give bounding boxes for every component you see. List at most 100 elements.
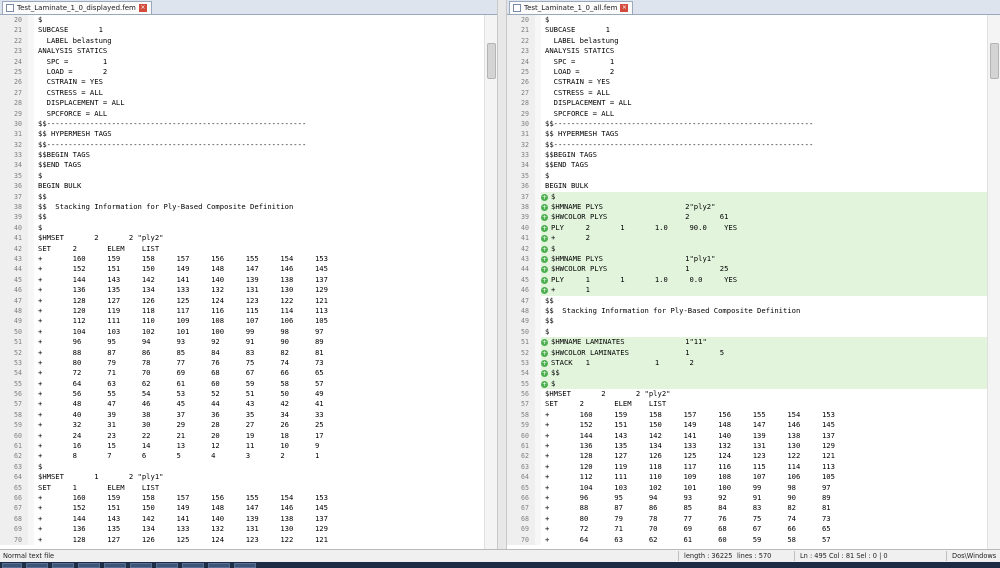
- code-line[interactable]: 58 + 40 39 38 37 36 35 34 33: [0, 409, 485, 421]
- added-code-line[interactable]: 41 + + 2: [507, 233, 988, 244]
- code-line[interactable]: 63 + 120 119 118 117 116 115 114 113: [507, 461, 988, 473]
- code-line[interactable]: 36 BEGIN BULK: [0, 181, 485, 192]
- code-line[interactable]: 28 DISPLACEMENT = ALL: [0, 98, 485, 109]
- code-line[interactable]: 47 $$: [507, 295, 988, 306]
- code-line[interactable]: 21 SUBCASE 1: [507, 25, 988, 36]
- code-line[interactable]: 65 + 104 103 102 101 100 99 98 97: [507, 482, 988, 493]
- added-code-line[interactable]: 37 + $: [507, 191, 988, 203]
- right-scroll-thumb[interactable]: [990, 43, 999, 79]
- code-line[interactable]: 26 CSTRAIN = YES: [0, 77, 485, 88]
- code-line[interactable]: 50 $: [507, 326, 988, 338]
- code-line[interactable]: 60 + 24 23 22 21 20 19 18 17: [0, 430, 485, 442]
- code-line[interactable]: 51 + 96 95 94 93 92 91 90 89: [0, 337, 485, 348]
- code-line[interactable]: 59 + 32 31 30 29 28 27 26 25: [0, 420, 485, 431]
- code-line[interactable]: 56 $HMSET 2 2 "ply2": [507, 389, 988, 400]
- code-line[interactable]: 63 $: [0, 461, 485, 473]
- code-line[interactable]: 56 + 56 55 54 53 52 51 50 49: [0, 389, 485, 400]
- code-line[interactable]: 33 $$BEGIN TAGS: [0, 150, 485, 161]
- taskbar-item[interactable]: [130, 563, 152, 568]
- code-line[interactable]: 54 + 72 71 70 69 68 67 66 65: [0, 368, 485, 379]
- code-line[interactable]: 46 + 136 135 134 133 132 131 130 129: [0, 285, 485, 296]
- taskbar-item[interactable]: [52, 563, 74, 568]
- code-line[interactable]: 38 $$ Stacking Information for Ply-Based …: [0, 202, 485, 213]
- added-code-line[interactable]: 53 + STACK 1 1 2: [507, 357, 988, 369]
- taskbar-start-button[interactable]: [2, 563, 22, 568]
- right-vertical-scrollbar[interactable]: [987, 15, 1000, 549]
- taskbar-item[interactable]: [104, 563, 126, 568]
- code-line[interactable]: 23 ANALYSIS STATICS: [507, 46, 988, 57]
- code-line[interactable]: 67 + 152 151 150 149 148 147 146 145: [0, 503, 485, 514]
- taskbar-item[interactable]: [182, 563, 204, 568]
- added-code-line[interactable]: 43 + $HMNAME PLYS 1"ply1": [507, 253, 988, 265]
- code-line[interactable]: 42 SET 2 ELEM LIST: [0, 243, 485, 254]
- close-icon[interactable]: ×: [138, 4, 147, 12]
- code-line[interactable]: 68 + 144 143 142 141 140 139 138 137: [0, 513, 485, 525]
- taskbar-item[interactable]: [78, 563, 100, 568]
- code-line[interactable]: 60 + 144 143 142 141 140 139 138 137: [507, 430, 988, 442]
- code-line[interactable]: 66 + 160 159 158 157 156 155 154 153: [0, 492, 485, 504]
- code-line[interactable]: 61 + 16 15 14 13 12 11 10 9: [0, 441, 485, 452]
- code-line[interactable]: 29 SPCFORCE = ALL: [0, 108, 485, 119]
- code-line[interactable]: 64 $HMSET 1 2 "ply1": [0, 472, 485, 483]
- code-line[interactable]: 22 LABEL belastung: [507, 35, 988, 47]
- code-line[interactable]: 26 CSTRAIN = YES: [507, 77, 988, 88]
- code-line[interactable]: 69 + 136 135 134 133 132 131 130 129: [0, 524, 485, 535]
- code-line[interactable]: 31 $$ HYPERMESH TAGS: [507, 129, 988, 140]
- added-code-line[interactable]: 46 + + 1: [507, 285, 988, 296]
- added-code-line[interactable]: 52 + $HWCOLOR LAMINATES 1 5: [507, 347, 988, 358]
- taskbar-item[interactable]: [156, 563, 178, 568]
- code-line[interactable]: 30 $$------------------------------------…: [0, 118, 485, 130]
- code-line[interactable]: 62 + 8 7 6 5 4 3 2 1: [0, 451, 485, 462]
- added-code-line[interactable]: 40 + PLY 2 1 1.0 90.0 YES: [507, 222, 988, 234]
- code-line[interactable]: 36 BEGIN BULK: [507, 181, 988, 192]
- added-code-line[interactable]: 44 + $HWCOLOR PLYS 1 25: [507, 264, 988, 275]
- code-line[interactable]: 57 SET 2 ELEM LIST: [507, 399, 988, 410]
- code-line[interactable]: 20 $: [0, 15, 485, 26]
- code-line[interactable]: 62 + 128 127 126 125 124 123 122 121: [507, 451, 988, 462]
- left-text-area[interactable]: 20 $21 SUBCASE 1 22 LABEL belastung 23 ANALYS…: [0, 15, 485, 549]
- code-line[interactable]: 25 LOAD = 2: [0, 66, 485, 78]
- right-text-area[interactable]: 20 $21 SUBCASE 1 22 LABEL belastung 23 ANALYS…: [507, 15, 988, 549]
- added-code-line[interactable]: 51 + $HMNAME LAMINATES 1"11": [507, 337, 988, 348]
- code-line[interactable]: 28 DISPLACEMENT = ALL: [507, 98, 988, 109]
- code-line[interactable]: 34 $$END TAGS: [507, 160, 988, 171]
- left-editor-pane[interactable]: Test_Laminate_1_0_displayed.fem × 20 $21 S…: [0, 0, 498, 549]
- left-vertical-scrollbar[interactable]: [484, 15, 497, 549]
- code-line[interactable]: 70 + 128 127 126 125 124 123 122 121: [0, 534, 485, 545]
- right-file-tab[interactable]: Test_Laminate_1_0_all.fem ×: [509, 1, 634, 14]
- code-line[interactable]: 48 + 120 119 118 117 116 115 114 113: [0, 305, 485, 317]
- code-line[interactable]: 70 + 64 63 62 61 60 59 58 57: [507, 534, 988, 545]
- code-line[interactable]: 64 + 112 111 110 109 108 107 106 105: [507, 472, 988, 483]
- code-line[interactable]: 34 $$END TAGS: [0, 160, 485, 171]
- code-line[interactable]: 43 + 160 159 158 157 156 155 154 153: [0, 253, 485, 265]
- code-line[interactable]: 65 SET 1 ELEM LIST: [0, 482, 485, 493]
- code-line[interactable]: 29 SPCFORCE = ALL: [507, 108, 988, 119]
- close-icon[interactable]: ×: [620, 4, 629, 12]
- code-line[interactable]: 35 $: [0, 170, 485, 182]
- code-line[interactable]: 25 LOAD = 2: [507, 66, 988, 78]
- code-line[interactable]: 24 SPC = 1: [0, 56, 485, 67]
- left-scroll-thumb[interactable]: [487, 43, 496, 79]
- added-code-line[interactable]: 45 + PLY 1 1 1.0 0.0 YES: [507, 274, 988, 286]
- code-line[interactable]: 35 $: [507, 170, 988, 182]
- code-line[interactable]: 58 + 160 159 158 157 156 155 154 153: [507, 409, 988, 421]
- code-line[interactable]: 66 + 96 95 94 93 92 91 90 89: [507, 492, 988, 504]
- code-line[interactable]: 47 + 128 127 126 125 124 123 122 121: [0, 295, 485, 306]
- code-line[interactable]: 53 + 80 79 78 77 76 75 74 73: [0, 357, 485, 369]
- added-code-line[interactable]: 54 + $$: [507, 368, 988, 379]
- taskbar-item[interactable]: [26, 563, 48, 568]
- code-line[interactable]: 45 + 144 143 142 141 140 139 138 137: [0, 274, 485, 286]
- code-line[interactable]: 49 + 112 111 110 109 108 107 106 105: [0, 316, 485, 327]
- taskbar-item[interactable]: [234, 563, 256, 568]
- added-code-line[interactable]: 39 + $HWCOLOR PLYS 2 61: [507, 212, 988, 223]
- code-line[interactable]: 49 $$: [507, 316, 988, 327]
- code-line[interactable]: 22 LABEL belastung: [0, 35, 485, 47]
- code-line[interactable]: 50 + 104 103 102 101 100 99 98 97: [0, 326, 485, 338]
- code-line[interactable]: 61 + 136 135 134 133 132 131 130 129: [507, 441, 988, 452]
- code-line[interactable]: 27 CSTRESS = ALL: [0, 87, 485, 99]
- code-line[interactable]: 52 + 88 87 86 85 84 83 82 81: [0, 347, 485, 358]
- code-line[interactable]: 27 CSTRESS = ALL: [507, 87, 988, 99]
- code-line[interactable]: 30 $$------------------------------------…: [507, 118, 988, 130]
- code-line[interactable]: 41 $HMSET 2 2 "ply2": [0, 233, 485, 244]
- code-line[interactable]: 21 SUBCASE 1: [0, 25, 485, 36]
